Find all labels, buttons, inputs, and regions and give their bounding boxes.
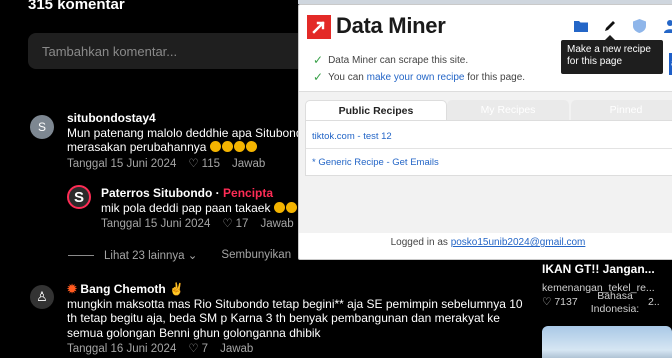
comment-author[interactable]: Paterros Situbondo · Pencipta	[101, 186, 311, 201]
avatar[interactable]: ♙	[30, 285, 54, 309]
comment-item: ✹ Bang Chemoth ✌ mungkin maksotta mas Ri…	[67, 282, 527, 357]
comment-text: Mun patenang malolo deddhie apa Situbond…	[67, 125, 310, 155]
heart-icon: ♡	[222, 218, 233, 230]
shield-icon[interactable]	[633, 19, 649, 33]
replies-toggle: Lihat 23 lainnya ⌄ Sembunyikan	[68, 248, 291, 262]
avatar[interactable]: S	[67, 185, 91, 209]
view-more-replies-button[interactable]: Lihat 23 lainnya ⌄	[104, 248, 197, 262]
comment-text: mik pola deddi pap paan takaek	[101, 201, 311, 216]
recipe-item[interactable]: * Generic Recipe - Get Emails	[312, 157, 439, 168]
emoji-icon	[221, 141, 233, 152]
data-miner-popup: Data Miner ✓ Data Miner can scrape this …	[298, 4, 672, 260]
account-email-link[interactable]: posko15unib2024@gmail.com	[451, 237, 586, 248]
user-icon[interactable]	[663, 19, 672, 33]
suggested-video-likes: ♡ 7137	[542, 296, 578, 308]
emoji-icon	[233, 141, 245, 152]
comment-item: Paterros Situbondo · Pencipta mik pola d…	[101, 186, 311, 232]
recipes-panel: Public Recipes My Recipes Pinned tiktok.…	[299, 91, 672, 233]
avatar[interactable]: S	[30, 115, 54, 139]
hide-replies-button[interactable]: Sembunyikan	[221, 249, 291, 261]
suggested-video-thumbnail[interactable]	[542, 326, 672, 358]
like-button[interactable]: ♡ 17	[222, 217, 248, 232]
comment-date: Tanggal 16 Juni 2024	[67, 343, 177, 355]
divider	[306, 148, 672, 149]
emoji-icon	[209, 141, 221, 152]
comment-meta: Tanggal 15 Juni 2024 ♡ 17 Jawab	[101, 217, 311, 232]
tab-public-recipes[interactable]: Public Recipes	[305, 100, 447, 120]
comment-author[interactable]: situbondostay4	[67, 111, 312, 126]
person-icon: ♙	[36, 289, 48, 304]
creator-logo-icon: S	[73, 188, 84, 206]
comment-author[interactable]: ✹ Bang Chemoth ✌	[67, 282, 527, 297]
comment-date: Tanggal 15 Juni 2024	[67, 157, 177, 170]
make-recipe-link[interactable]: make your own recipe	[367, 72, 465, 83]
data-miner-logo-icon	[307, 15, 331, 39]
tooltip: Make a new recipe for this page	[561, 35, 663, 74]
add-comment-input[interactable]: Tambahkan komentar...	[28, 33, 328, 69]
heart-icon: ♡	[188, 157, 199, 170]
pencil-icon[interactable]	[603, 19, 619, 33]
data-miner-title: Data Miner	[336, 13, 446, 38]
heart-icon: ♡	[188, 343, 199, 355]
status-scrapable: ✓ Data Miner can scrape this site.	[313, 53, 469, 67]
hand-icon: ✌	[169, 282, 185, 296]
chevron-down-icon: ⌄	[187, 250, 198, 262]
reply-button[interactable]: Jawab	[220, 342, 253, 357]
emoji-icon	[285, 201, 297, 213]
suggested-video-title[interactable]: IKAN GT!! Jangan...	[542, 262, 672, 276]
language-label: Bahasa Indonesia:	[590, 290, 640, 315]
heart-icon: ♡	[542, 296, 552, 308]
recipe-list: tiktok.com - test 12 * Generic Recipe - …	[305, 120, 672, 176]
tab-pinned[interactable]: Pinned	[571, 100, 672, 120]
divider	[68, 254, 94, 256]
tab-my-recipes[interactable]: My Recipes	[447, 100, 569, 120]
creator-badge: Pencipta	[223, 186, 274, 200]
reply-button[interactable]: Jawab	[260, 217, 293, 232]
comment-meta: Tanggal 15 Juni 2024 ♡ 115 Jawab	[67, 157, 312, 172]
login-status: Logged in as posko15unib2024@gmail.com	[390, 237, 586, 248]
emoji-icon	[273, 201, 285, 213]
like-button[interactable]: ♡ 7	[188, 342, 208, 357]
check-icon: ✓	[313, 53, 324, 67]
comment-text: mungkin maksotta mas Rio Situbondo tetap…	[67, 296, 523, 340]
like-button[interactable]: ♡ 115	[188, 157, 220, 172]
check-icon: ✓	[313, 70, 324, 84]
status-recipe: ✓ You can make your own recipe for this …	[313, 70, 526, 84]
folder-icon[interactable]	[574, 19, 590, 33]
emoji-icon	[245, 141, 257, 152]
reply-button[interactable]: Jawab	[232, 157, 265, 172]
fire-icon: ✹	[67, 282, 78, 296]
comments-heading: 315 komentar	[28, 0, 125, 13]
recipe-item[interactable]: tiktok.com - test 12	[312, 131, 392, 142]
suggested-count: 2..	[648, 296, 660, 308]
comment-date: Tanggal 15 Juni 2024	[101, 218, 211, 230]
comment-meta: Tanggal 16 Juni 2024 ♡ 7 Jawab	[67, 342, 527, 357]
comment-item: situbondostay4 Mun patenang malolo deddh…	[67, 111, 312, 171]
